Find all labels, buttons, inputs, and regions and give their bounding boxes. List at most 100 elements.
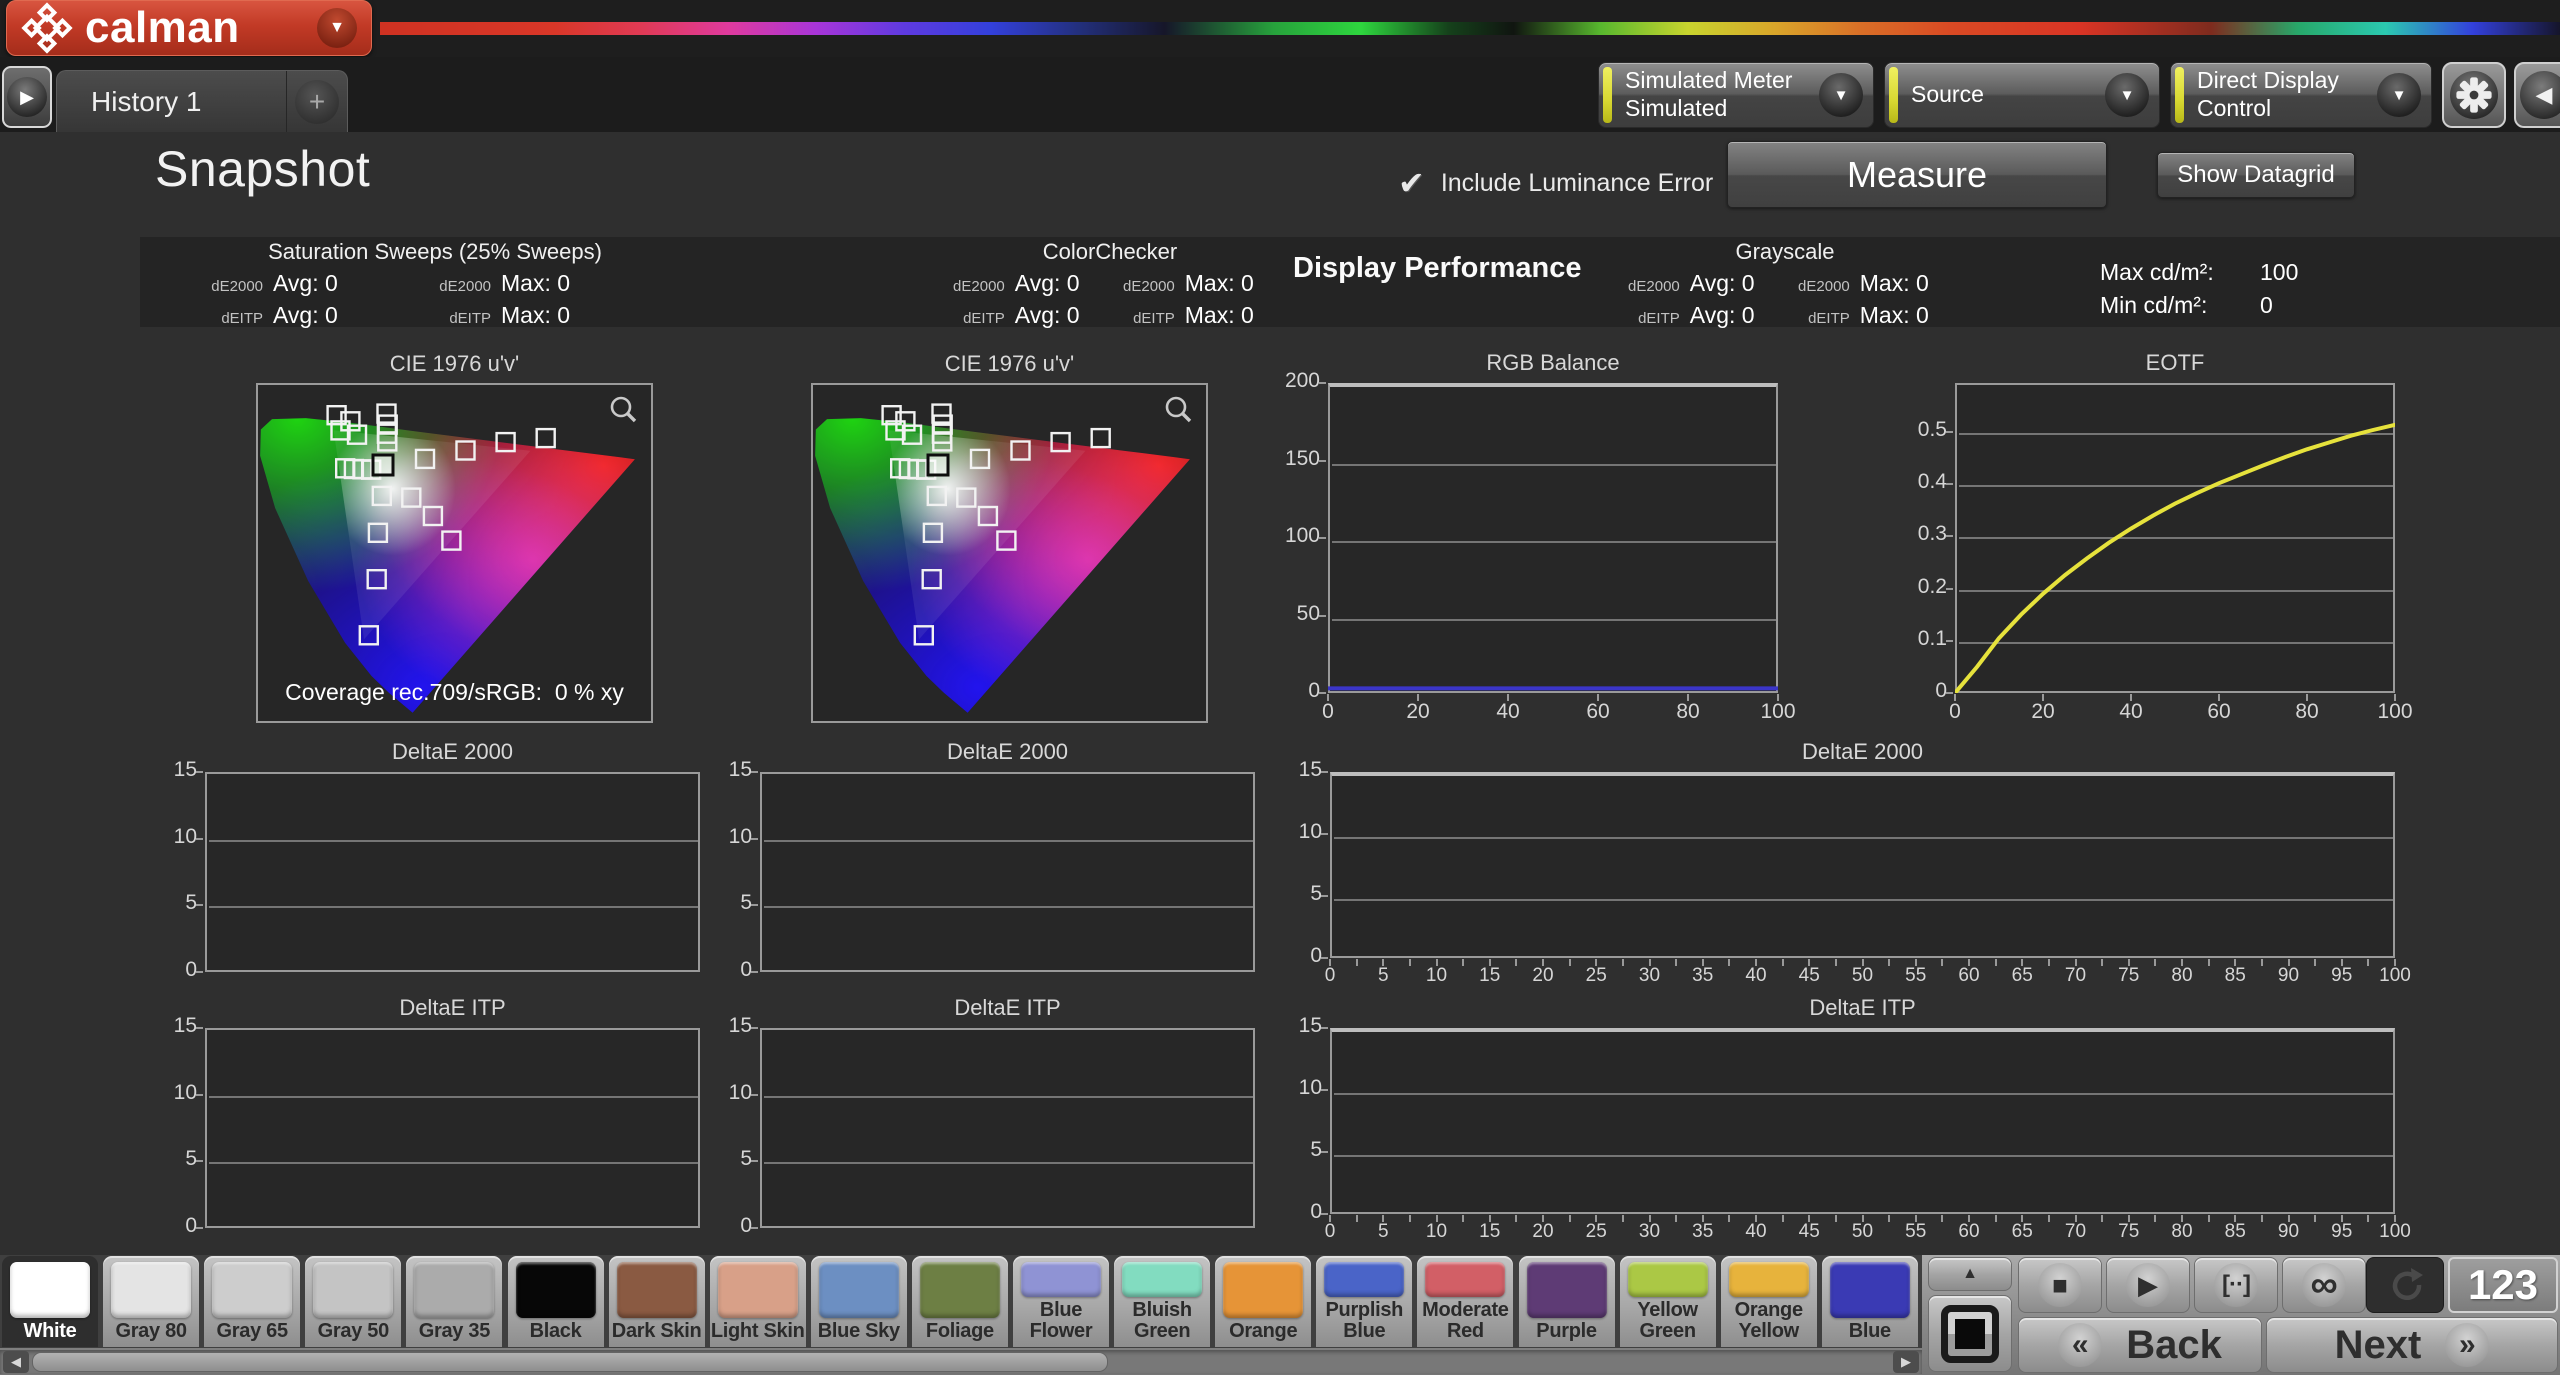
deitp_gs-xtick-label: 15: [1460, 1221, 1520, 1243]
swatch-tab-gray-80[interactable]: Gray 80: [103, 1256, 199, 1347]
cie2-plot: [811, 383, 1208, 723]
swatch-page-up-button[interactable]: ▲: [1928, 1257, 2012, 1291]
deitp_gs-plot: [1330, 1028, 2395, 1214]
pattern-control-bar: WhiteGray 80Gray 65Gray 50Gray 35BlackDa…: [0, 1255, 2560, 1375]
color-swatch: [1223, 1262, 1303, 1318]
eotf-xtick-label: 100: [2365, 700, 2425, 724]
rgb_balance-xtick-label: 60: [1568, 700, 1628, 724]
eotf-ytick-label: 0.4: [1899, 470, 1947, 494]
swatch-tab-dark-skin[interactable]: Dark Skin: [609, 1256, 705, 1347]
color-swatch: [212, 1262, 292, 1318]
zoom-icon[interactable]: [612, 398, 635, 421]
de2000_gs-xtick-label: 90: [2259, 965, 2319, 987]
deitp_cc-ytick-label: 5: [704, 1147, 752, 1171]
eotf-ytick-label: 0.5: [1899, 418, 1947, 442]
color-swatch: [617, 1262, 697, 1318]
swatch-tab-light-skin[interactable]: Light Skin: [710, 1256, 806, 1347]
color-swatch: [1628, 1262, 1708, 1297]
swatch-scrollbar[interactable]: ◀ ▶: [0, 1350, 1922, 1374]
eotf-ytick-label: 0.2: [1899, 575, 1947, 599]
de2000_gs-xtick-label: 15: [1460, 965, 1520, 987]
swatch-tab-orange[interactable]: Orange: [1215, 1256, 1311, 1347]
swatch-tab-blue-sky[interactable]: Blue Sky: [811, 1256, 907, 1347]
swatch-tab-gray-35[interactable]: Gray 35: [406, 1256, 502, 1347]
play-icon: ▶: [2138, 1270, 2158, 1301]
infinity-icon: ∞: [2310, 1264, 2337, 1307]
swatch-label: Blue Flower: [1013, 1297, 1109, 1347]
scrollbar-thumb[interactable]: [32, 1352, 1108, 1372]
swatch-tab-moderate-red[interactable]: Moderate Red: [1417, 1256, 1513, 1347]
deitp_gs-xtick-label: 85: [2205, 1221, 2265, 1243]
zoom-icon[interactable]: [1167, 398, 1190, 421]
pattern-swatch-strip: WhiteGray 80Gray 65Gray 50Gray 35BlackDa…: [0, 1255, 1922, 1348]
color-swatch: [1324, 1262, 1404, 1297]
stop-icon: ■: [2052, 1270, 2068, 1301]
color-swatch: [1830, 1262, 1910, 1318]
color-swatch: [819, 1262, 899, 1318]
deitp_gs-ytick-label: 10: [1274, 1076, 1322, 1100]
stop-button[interactable]: ■: [2018, 1257, 2102, 1313]
swatch-label: Blue Sky: [817, 1318, 901, 1347]
de2000_gs-ytick-label: 15: [1274, 758, 1322, 782]
swatch-tab-gray-50[interactable]: Gray 50: [305, 1256, 401, 1347]
swatch-label: Light Skin: [710, 1318, 806, 1347]
pattern-window-icon: [1941, 1305, 1999, 1363]
swatch-tab-gray-65[interactable]: Gray 65: [204, 1256, 300, 1347]
swatch-tab-blue-flower[interactable]: Blue Flower: [1013, 1256, 1109, 1347]
color-swatch: [1122, 1262, 1202, 1297]
de2000_cc-plot: [760, 772, 1255, 972]
de2000_gs-xtick-label: 65: [1992, 965, 2052, 987]
swatch-label: Purple: [1535, 1318, 1597, 1347]
swatch-label: Orange: [1228, 1318, 1298, 1347]
color-swatch: [10, 1262, 90, 1318]
rgb_balance-ytick-label: 150: [1272, 447, 1320, 471]
deitp_gs-xtick-label: 70: [2046, 1221, 2106, 1243]
step-range-button[interactable]: [··]: [2194, 1257, 2278, 1313]
pattern-window-button[interactable]: [1928, 1295, 2012, 1372]
color-swatch: [414, 1262, 494, 1318]
double-chevron-left-icon: «: [2072, 1328, 2089, 1362]
eotf-xtick-label: 60: [2189, 700, 2249, 724]
eotf-series: [1955, 383, 2395, 693]
swatch-tab-blue[interactable]: Blue: [1822, 1256, 1918, 1347]
eotf-xtick-label: 0: [1925, 700, 1985, 724]
cie1-plot: [256, 383, 653, 723]
swatch-tab-yellow-green[interactable]: Yellow Green: [1620, 1256, 1716, 1347]
swatch-tab-bluish-green[interactable]: Bluish Green: [1114, 1256, 1210, 1347]
loop-continuous-button[interactable]: ∞: [2282, 1257, 2366, 1313]
swatch-label: Dark Skin: [611, 1318, 703, 1347]
swatch-label: Orange Yellow: [1721, 1297, 1817, 1347]
swatch-tab-foliage[interactable]: Foliage: [912, 1256, 1008, 1347]
rgb_balance-series: [1328, 383, 1778, 693]
swatch-tab-purple[interactable]: Purple: [1519, 1256, 1615, 1347]
swatch-tab-purplish-blue[interactable]: Purplish Blue: [1316, 1256, 1412, 1347]
deitp_gs-ytick-label: 5: [1274, 1138, 1322, 1162]
scroll-right-button[interactable]: ▶: [1893, 1351, 1919, 1373]
de2000_sat-title: DeltaE 2000: [205, 739, 700, 765]
next-button[interactable]: Next »: [2266, 1317, 2558, 1373]
deitp_sat-title: DeltaE ITP: [205, 995, 700, 1021]
swatch-tab-black[interactable]: Black: [508, 1256, 604, 1347]
swatch-label: Moderate Red: [1417, 1297, 1513, 1347]
cie1-title: CIE 1976 u'v': [256, 351, 653, 377]
deitp_cc-title: DeltaE ITP: [760, 995, 1255, 1021]
scroll-left-button[interactable]: ◀: [3, 1351, 29, 1373]
de2000_cc-ytick-label: 0: [704, 958, 752, 982]
deitp_sat-ytick-label: 10: [149, 1081, 197, 1105]
play-button[interactable]: ▶: [2106, 1257, 2190, 1313]
swatch-tab-orange-yellow[interactable]: Orange Yellow: [1721, 1256, 1817, 1347]
coverage-readout: Coverage rec.709/sRGB: 0 % xy: [256, 679, 653, 706]
refresh-button[interactable]: [2366, 1257, 2444, 1313]
back-button[interactable]: « Back: [2018, 1317, 2262, 1373]
de2000_gs-plot: [1330, 772, 2395, 958]
swatch-tab-white[interactable]: White: [2, 1256, 98, 1347]
color-swatch: [111, 1262, 191, 1318]
de2000_gs-ytick-label: 5: [1274, 882, 1322, 906]
de2000_sat-ytick-label: 10: [149, 825, 197, 849]
swatch-label: Yellow Green: [1620, 1297, 1716, 1347]
deitp_cc-ytick-label: 10: [704, 1081, 752, 1105]
cie1-canvas: [258, 385, 651, 721]
de2000_cc-ytick-label: 10: [704, 825, 752, 849]
refresh-icon: [2385, 1265, 2425, 1305]
back-button-label: Back: [2126, 1323, 2222, 1368]
